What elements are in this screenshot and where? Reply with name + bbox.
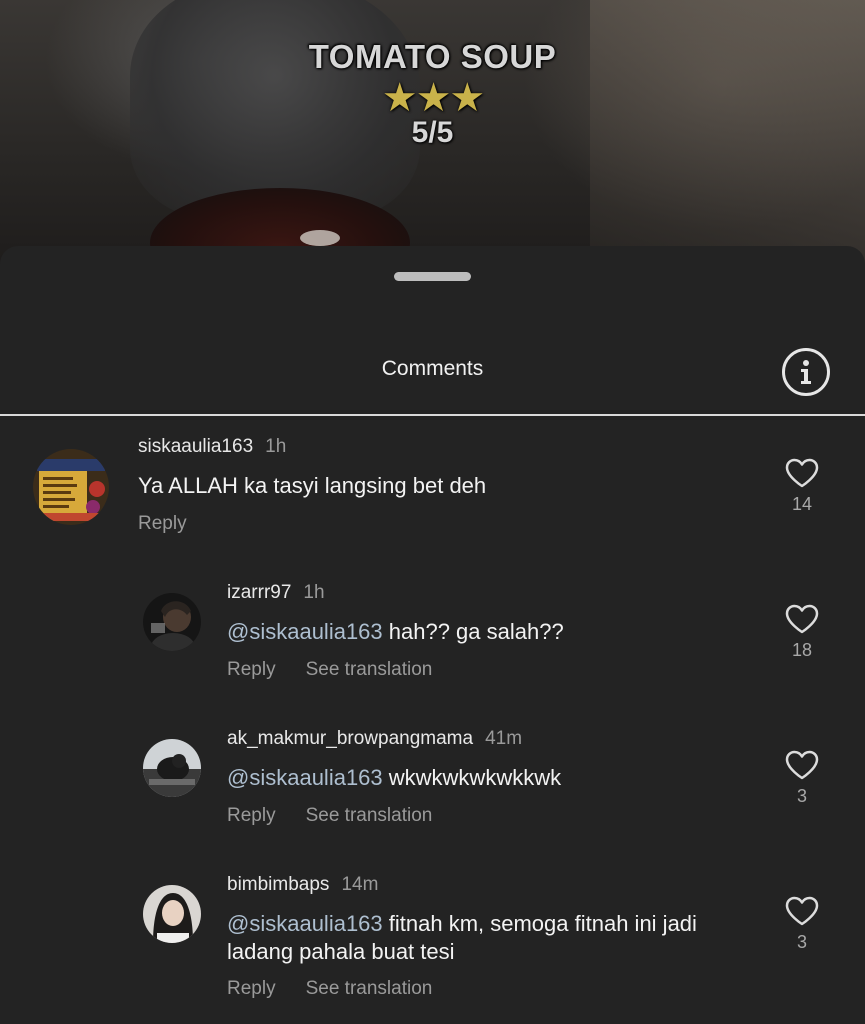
comment-body: wkwkwkwkwkkwk bbox=[382, 765, 562, 790]
comment-text: @siskaaulia163 fitnah km, semoga fitnah … bbox=[227, 910, 747, 966]
mention-link[interactable]: @siskaaulia163 bbox=[227, 911, 383, 936]
reply-button[interactable]: Reply bbox=[138, 513, 187, 534]
mention-link[interactable]: @siskaaulia163 bbox=[227, 619, 383, 644]
avatar[interactable] bbox=[33, 449, 109, 525]
comment-time: 1h bbox=[265, 436, 287, 457]
reply-button[interactable]: Reply bbox=[227, 805, 276, 826]
heart-icon[interactable] bbox=[785, 896, 819, 926]
heart-icon[interactable] bbox=[785, 750, 819, 780]
comment-text: @siskaaulia163 wkwkwkwkwkkwk bbox=[227, 764, 747, 792]
see-translation-button[interactable]: See translation bbox=[306, 805, 433, 826]
video-overlay-rating: 5/5 bbox=[411, 116, 454, 149]
comment-text: Ya ALLAH ka tasyi langsing bet deh bbox=[138, 472, 658, 500]
like-count: 3 bbox=[796, 932, 807, 952]
comments-sheet: Comments siskaaulia163 1h Ya ALLAH ka ta… bbox=[0, 246, 865, 1024]
comment-header: bimbimbaps 14m bbox=[227, 874, 378, 896]
see-translation-button[interactable]: See translation bbox=[306, 978, 433, 999]
like-control[interactable]: 3 bbox=[775, 750, 829, 807]
avatar[interactable] bbox=[143, 593, 201, 651]
comments-title: Comments bbox=[381, 357, 484, 380]
comment-text: @siskaaulia163 hah?? ga salah?? bbox=[227, 618, 747, 646]
drag-handle[interactable] bbox=[394, 272, 471, 281]
comment-time: 41m bbox=[485, 728, 523, 749]
like-count: 3 bbox=[796, 786, 807, 806]
video-overlay-title: TOMATO SOUP bbox=[308, 38, 557, 75]
like-control[interactable]: 14 bbox=[775, 458, 829, 515]
video-background[interactable]: TOMATO SOUP ★★★ 5/5 bbox=[0, 0, 865, 270]
bowl-highlight bbox=[300, 230, 340, 246]
comment-time: 14m bbox=[341, 874, 379, 895]
see-translation-button[interactable]: See translation bbox=[306, 659, 433, 680]
comment-username[interactable]: ak_makmur_browpangmama bbox=[227, 728, 473, 749]
comment-actions: Reply bbox=[138, 513, 187, 535]
like-count: 14 bbox=[791, 494, 813, 514]
comment-body: Ya ALLAH ka tasyi langsing bet deh bbox=[138, 473, 487, 498]
heart-icon[interactable] bbox=[785, 604, 819, 634]
like-control[interactable]: 3 bbox=[775, 896, 829, 953]
comment-header: izarrr97 1h bbox=[227, 582, 325, 604]
comment-time: 1h bbox=[303, 582, 325, 603]
comment-actions: Reply See translation bbox=[227, 978, 432, 1000]
video-overlay-stars: ★★★ bbox=[381, 76, 486, 120]
heart-icon[interactable] bbox=[785, 458, 819, 488]
header-divider bbox=[0, 414, 865, 416]
avatar[interactable] bbox=[143, 739, 201, 797]
comment-actions: Reply See translation bbox=[227, 805, 432, 827]
comment-actions: Reply See translation bbox=[227, 659, 432, 681]
mention-link[interactable]: @siskaaulia163 bbox=[227, 765, 383, 790]
comment-username[interactable]: bimbimbaps bbox=[227, 874, 329, 895]
reply-button[interactable]: Reply bbox=[227, 978, 276, 999]
avatar[interactable] bbox=[143, 885, 201, 943]
comment-body: hah?? ga salah?? bbox=[382, 619, 564, 644]
like-control[interactable]: 18 bbox=[775, 604, 829, 661]
reply-button[interactable]: Reply bbox=[227, 659, 276, 680]
info-circle-icon bbox=[801, 360, 811, 384]
comment-header: siskaaulia163 1h bbox=[138, 436, 286, 458]
comment-header: ak_makmur_browpangmama 41m bbox=[227, 728, 522, 750]
like-count: 18 bbox=[791, 640, 813, 660]
comment-username[interactable]: siskaaulia163 bbox=[138, 436, 253, 457]
comment-username[interactable]: izarrr97 bbox=[227, 582, 291, 603]
info-button[interactable] bbox=[782, 348, 830, 396]
